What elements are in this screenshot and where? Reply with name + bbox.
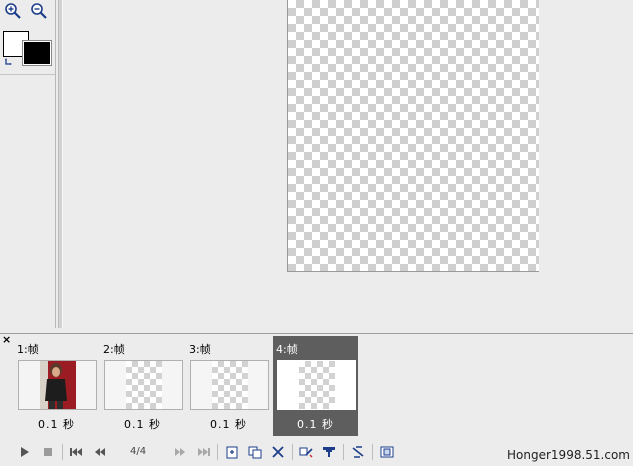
frame-1[interactable]: 1:帧 0.1 秒 (14, 336, 99, 436)
transparency-checker (299, 361, 335, 409)
frame-delay[interactable]: 0.1 秒 (100, 416, 185, 432)
transparency-checker (212, 361, 248, 409)
export-frames-icon[interactable] (379, 445, 395, 459)
frame-2[interactable]: 2:帧 0.1 秒 (100, 336, 185, 436)
stop-icon[interactable] (40, 445, 56, 459)
toolbar-separator (343, 444, 344, 460)
frame-thumbnail[interactable] (18, 360, 97, 410)
close-icon[interactable]: × (2, 334, 12, 345)
transparency-checker (126, 361, 162, 409)
frame-delay[interactable]: 0.1 秒 (186, 416, 271, 432)
frame-thumbnail[interactable] (277, 360, 356, 410)
tools-divider (0, 74, 55, 75)
frame-label: 3:帧 (189, 343, 211, 356)
background-color-swatch[interactable] (22, 40, 52, 66)
toolbar-separator (372, 444, 373, 460)
tween-icon[interactable] (298, 445, 314, 459)
new-frame-icon[interactable] (224, 445, 240, 459)
panel-splitter[interactable] (58, 0, 63, 328)
frame-delay[interactable]: 0.1 秒 (14, 416, 99, 432)
frame-4-selected[interactable]: 4:帧 0.1 秒 (273, 336, 358, 436)
frame-label: 4:帧 (276, 343, 298, 356)
prev-frame-icon[interactable] (92, 445, 108, 459)
swap-colors-icon[interactable] (4, 56, 16, 68)
frame-3[interactable]: 3:帧 0.1 秒 (186, 336, 271, 436)
frame-delay[interactable]: 0.1 秒 (273, 416, 358, 432)
toolbar-separator (292, 444, 293, 460)
play-icon[interactable] (17, 445, 33, 459)
frame-photo-thumbnail (19, 361, 96, 409)
frame-thumbnail[interactable] (190, 360, 269, 410)
frame-counter: 4/4 (130, 446, 147, 457)
next-frame-icon[interactable] (172, 445, 188, 459)
frame-label: 1:帧 (17, 343, 39, 356)
watermark-text: Honger1998.51.com (507, 448, 630, 462)
frame-label: 2:帧 (103, 343, 125, 356)
duplicate-frame-icon[interactable] (247, 445, 263, 459)
last-frame-icon[interactable] (196, 445, 212, 459)
zoom-in-icon[interactable] (4, 2, 22, 20)
document-canvas[interactable] (287, 0, 539, 272)
optimize-icon[interactable] (321, 445, 337, 459)
zoom-out-icon[interactable] (30, 2, 48, 20)
delete-frame-icon[interactable] (270, 445, 286, 459)
reverse-frames-icon[interactable] (350, 445, 366, 459)
toolbar-separator (217, 444, 218, 460)
toolbar-separator (62, 444, 63, 460)
first-frame-icon[interactable] (68, 445, 84, 459)
frame-thumbnail[interactable] (104, 360, 183, 410)
